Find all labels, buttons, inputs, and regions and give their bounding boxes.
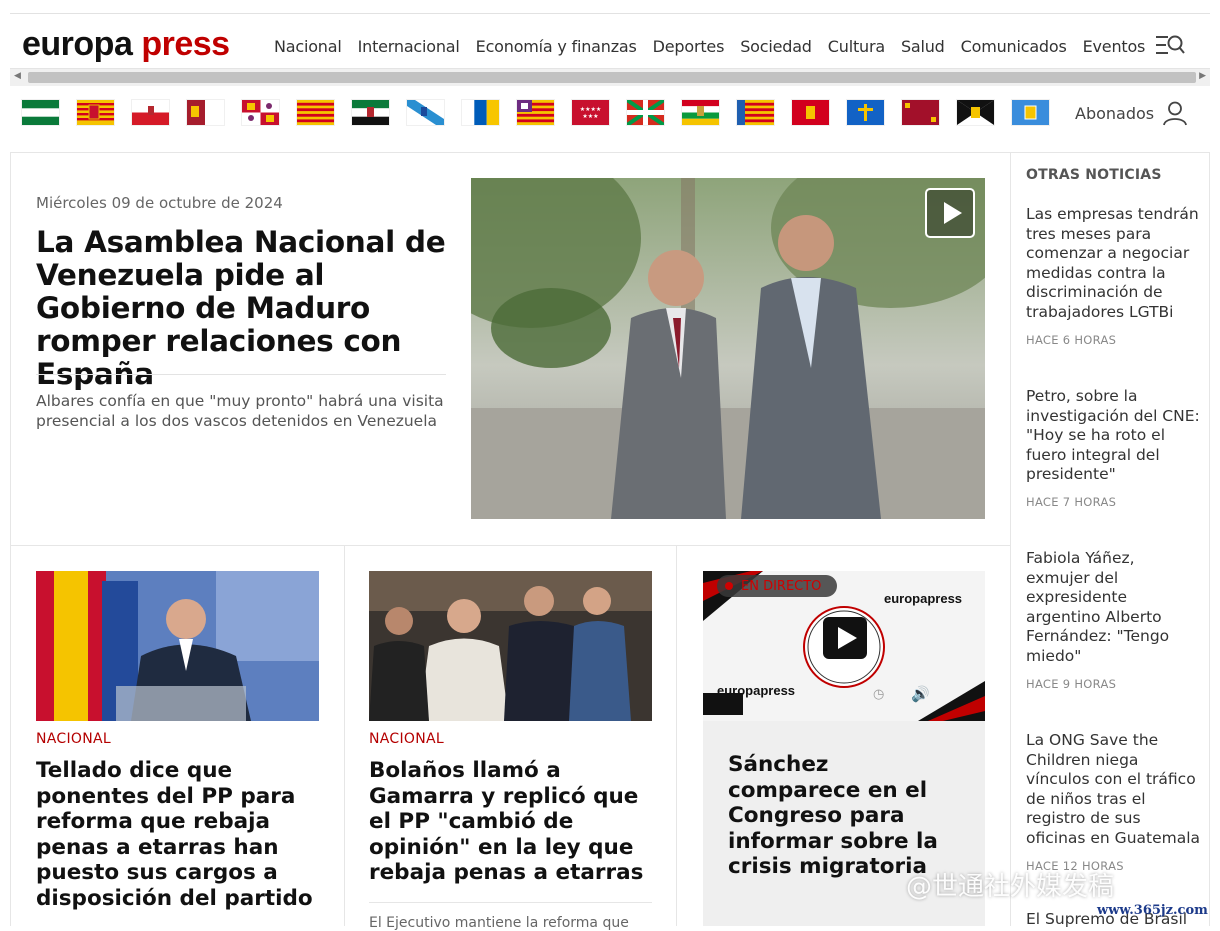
card-title[interactable]: Bolaños llamó a Gamarra y replicó que el… <box>369 758 659 886</box>
murcia-flag-icon[interactable] <box>902 100 939 125</box>
sidebar-title: OTRAS NOTICIAS <box>1026 167 1162 183</box>
left-border <box>10 152 11 926</box>
nav-internacional[interactable]: Internacional <box>350 36 468 58</box>
andalucia-flag-icon[interactable] <box>22 100 59 125</box>
nav-deportes[interactable]: Deportes <box>645 36 733 58</box>
sidebar-divider <box>1010 152 1011 926</box>
castilla-la-mancha-flag-icon[interactable] <box>187 100 224 125</box>
row-divider <box>10 545 1010 546</box>
volume-icon[interactable]: 🔊 <box>911 685 930 703</box>
main-nav: Nacional Internacional Economía y finanz… <box>266 36 1153 58</box>
lead-headline[interactable]: La Asamblea Nacional de Venezuela pide a… <box>36 226 456 391</box>
video-brand-logo-bottom: europapress <box>717 683 796 698</box>
menu-search-icon[interactable] <box>1154 32 1186 60</box>
cantabria-flag-icon[interactable] <box>132 100 169 125</box>
nav-comunicados[interactable]: Comunicados <box>953 36 1075 58</box>
galicia-flag-icon[interactable] <box>407 100 444 125</box>
castilla-y-leon-flag-icon[interactable] <box>242 100 279 125</box>
nav-cultura[interactable]: Cultura <box>820 36 893 58</box>
ceuta-flag-icon[interactable] <box>957 100 994 125</box>
baleares-flag-icon[interactable] <box>517 100 554 125</box>
aragon-flag-icon[interactable] <box>77 100 114 125</box>
nav-economia[interactable]: Economía y finanzas <box>468 36 645 58</box>
nav-nacional[interactable]: Nacional <box>266 36 350 58</box>
sidebar-item[interactable]: La ONG Save the Children niega vínculos … <box>1026 731 1201 873</box>
card-divider <box>369 902 652 903</box>
sidebar-item[interactable]: Petro, sobre la investigación del CNE: "… <box>1026 387 1201 509</box>
video-brand-logo: europapress <box>884 591 963 606</box>
lead-divider <box>36 374 446 375</box>
la-rioja-flag-icon[interactable] <box>682 100 719 125</box>
nav-salud[interactable]: Salud <box>893 36 953 58</box>
card-category[interactable]: NACIONAL <box>36 731 111 747</box>
play-video-icon[interactable] <box>925 188 975 238</box>
nav-sociedad[interactable]: Sociedad <box>732 36 820 58</box>
lead-video-thumbnail[interactable] <box>471 178 985 519</box>
extremadura-flag-icon[interactable] <box>352 100 389 125</box>
lead-date: Miércoles 09 de octubre de 2024 <box>36 194 283 212</box>
madrid-flag-icon[interactable]: ★★★★ ★★★ <box>572 100 609 125</box>
navarra-flag-icon[interactable] <box>792 100 829 125</box>
scroll-left-icon[interactable]: ◀ <box>14 71 21 81</box>
section-divider <box>10 152 1210 153</box>
watermark: @世通社外媒发稿 <box>906 872 1115 902</box>
sidebar-item[interactable]: Fabiola Yáñez, exmujer del expresidente … <box>1026 549 1201 691</box>
canarias-flag-icon[interactable] <box>462 100 499 125</box>
europa-press-logo[interactable]: europa press <box>22 24 230 64</box>
card-image-bolanos[interactable] <box>369 571 652 721</box>
lead-summary[interactable]: Albares confía en que "muy pronto" habrá… <box>36 391 456 431</box>
right-border <box>1209 152 1210 926</box>
subscribers-link[interactable]: Abonados <box>1075 100 1188 126</box>
card-divider-2 <box>676 545 677 926</box>
card-title[interactable]: Sánchez comparece en el Congreso para in… <box>728 752 968 880</box>
scroll-right-icon[interactable]: ▶ <box>1199 71 1206 81</box>
pais-vasco-flag-icon[interactable] <box>627 100 664 125</box>
asturias-flag-icon[interactable] <box>847 100 884 125</box>
svg-text:★★★: ★★★ <box>582 113 598 120</box>
svg-text:★★★★: ★★★★ <box>580 106 602 113</box>
live-badge: EN DIRECTO <box>741 579 822 594</box>
card-summary[interactable]: El Ejecutivo mantiene la reforma que <box>369 915 652 931</box>
nav-eventos[interactable]: Eventos <box>1075 36 1154 58</box>
clock-icon[interactable]: ◷ <box>873 687 884 702</box>
sidebar-item[interactable]: Las empresas tendrán tres meses para com… <box>1026 205 1201 347</box>
user-icon <box>1163 101 1188 126</box>
scrollbar-thumb[interactable] <box>28 72 1196 83</box>
card-title[interactable]: Tellado dice que ponentes del PP para re… <box>36 758 326 912</box>
valencia-flag-icon[interactable] <box>737 100 774 125</box>
card-divider-1 <box>344 545 345 926</box>
card-category[interactable]: NACIONAL <box>369 731 444 747</box>
melilla-flag-icon[interactable] <box>1012 100 1049 125</box>
top-divider <box>10 13 1210 14</box>
watermark-url: www.365jz.com <box>1097 903 1208 918</box>
horizontal-scrollbar[interactable]: ◀ ▶ <box>10 68 1210 86</box>
card-image-tellado[interactable] <box>36 571 319 721</box>
cataluna-flag-icon[interactable] <box>297 100 334 125</box>
